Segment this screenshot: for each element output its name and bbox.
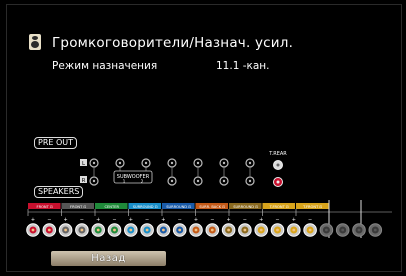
terminal-polarity: − <box>275 217 279 223</box>
pre-out-label: PRE OUT <box>34 137 78 149</box>
terminal-pin <box>96 228 100 232</box>
trear-label: T.REAR <box>268 151 287 157</box>
terminal-polarity: + <box>96 217 100 223</box>
subwoofer-jack-pin <box>144 161 148 165</box>
preout-jack-pin <box>248 161 252 165</box>
terminal-polarity: + <box>161 217 165 223</box>
terminal-pin <box>243 228 247 232</box>
terminal-polarity: − <box>145 217 149 223</box>
channel-label: SURROUND ⊡ <box>133 205 158 209</box>
preout-jack-pin <box>196 179 200 183</box>
terminal-pin <box>276 228 279 232</box>
channel-label: T.FRONT ⊡ <box>302 205 322 209</box>
trear-jack-pin <box>276 180 280 184</box>
channel-label: SURROUND ⊡ <box>233 205 258 209</box>
preout-jack-pin <box>170 179 174 183</box>
terminal-polarity: − <box>210 217 214 223</box>
terminal-polarity: − <box>178 217 182 223</box>
terminal-pin <box>80 228 84 232</box>
terminal-pin <box>210 228 214 232</box>
channel-label: SURR. BACK ⊡ <box>199 205 225 209</box>
terminal-pin <box>31 228 35 232</box>
preout-jack-pin <box>92 161 96 165</box>
terminal-pin <box>308 228 312 232</box>
preout-jack-pin <box>222 179 226 183</box>
terminal-polarity: + <box>129 217 133 223</box>
preout-jacks: SUBWOOFER1 2 <box>89 158 283 187</box>
preout-jack-pin <box>92 179 96 183</box>
preout-jack-pin <box>222 161 226 165</box>
terminal-polarity: − <box>308 217 312 223</box>
terminal-pin <box>227 228 231 232</box>
terminal-pin <box>64 228 67 232</box>
terminal-pin <box>162 228 165 232</box>
channel-label: CENTER <box>105 205 120 209</box>
subwoofer-1-label: 1 <box>123 179 126 184</box>
terminal-polarity: − <box>112 217 116 223</box>
channel-label: T.FRONT ⊡ <box>269 205 289 209</box>
subwoofer-jack-pin <box>118 161 122 165</box>
terminal-polarity: + <box>292 217 296 223</box>
preout-jack-pin <box>170 161 174 165</box>
terminal-polarity: + <box>63 217 67 223</box>
terminal-pin <box>145 228 149 232</box>
row-label-r: R <box>82 178 86 184</box>
terminal-pin <box>178 228 182 232</box>
terminal-pin <box>129 228 133 232</box>
preout-jack-pin <box>196 161 200 165</box>
terminal-pin <box>325 228 328 232</box>
terminal-pin <box>194 228 198 232</box>
terminal-polarity: + <box>31 217 35 223</box>
terminal-polarity: + <box>259 217 263 223</box>
speakers-label: SPEAKERS <box>34 186 84 198</box>
channel-label: FRONT ⊡ <box>37 205 53 209</box>
terminal-polarity: − <box>243 217 247 223</box>
trear-jack-pin <box>276 163 280 167</box>
terminal-pin <box>292 228 296 232</box>
terminal-polarity: − <box>80 217 84 223</box>
subwoofer-label: SUBWOOFER <box>117 174 150 180</box>
preout-jack-pin <box>248 179 252 183</box>
terminal-polarity: + <box>194 217 198 223</box>
terminal-pin <box>341 228 345 232</box>
screen: Громкоговорители/Назнач. усил. Режим наз… <box>0 0 406 276</box>
terminal-pin <box>357 228 361 232</box>
subwoofer-2-label: 2 <box>141 179 144 184</box>
channel-label: SURROUND ⊡ <box>166 205 191 209</box>
channel-label: FRONT ⊡ <box>70 205 86 209</box>
back-button[interactable]: Назад <box>51 251 166 266</box>
terminal-pin <box>47 228 51 232</box>
terminal-pin <box>113 228 116 232</box>
terminal-pin <box>373 228 377 232</box>
terminal-polarity: + <box>226 217 230 223</box>
terminal-polarity: − <box>47 217 51 223</box>
speaker-terminals: + − + − + − + − + − + − + − + − + − <box>26 217 383 237</box>
terminal-pin <box>259 228 263 232</box>
